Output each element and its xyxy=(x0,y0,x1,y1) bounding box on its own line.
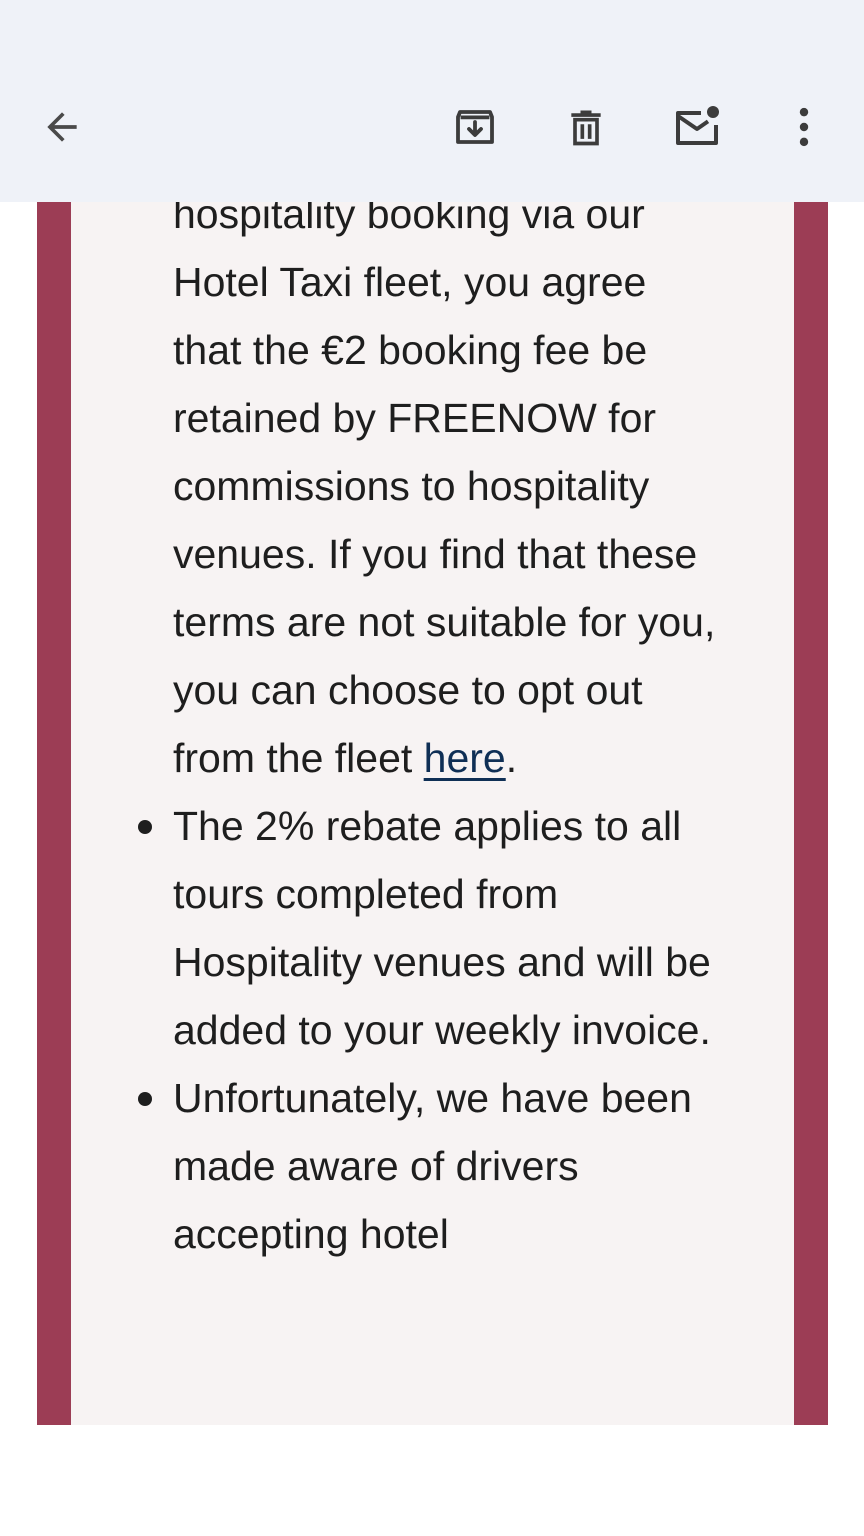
list-item-text: hospitality booking via our Hotel Taxi f… xyxy=(173,202,716,781)
delete-button[interactable] xyxy=(550,91,622,163)
archive-icon xyxy=(456,110,494,144)
mark-unread-icon xyxy=(676,106,719,145)
list-item-text: Unfortunately, we have been made aware o… xyxy=(173,1075,692,1257)
back-button[interactable] xyxy=(26,91,98,163)
list-item: hospitality booking via our Hotel Taxi f… xyxy=(173,202,723,792)
email-bullet-list: hospitality booking via our Hotel Taxi f… xyxy=(138,202,723,1268)
mark-unread-button[interactable] xyxy=(661,91,733,163)
list-item: Unfortunately, we have been made aware o… xyxy=(138,1064,723,1268)
trash-icon xyxy=(571,110,601,146)
list-item: The 2% rebate applies to all tours compl… xyxy=(138,792,723,1064)
email-body-frame: hospitality booking via our Hotel Taxi f… xyxy=(37,202,828,1425)
list-item-text: The 2% rebate applies to all tours compl… xyxy=(173,803,711,1053)
opt-out-link[interactable]: here xyxy=(424,735,506,781)
app-toolbar xyxy=(0,0,864,202)
email-content-panel: hospitality booking via our Hotel Taxi f… xyxy=(71,202,794,1425)
arrow-back-icon xyxy=(47,112,77,142)
archive-button[interactable] xyxy=(439,91,511,163)
more-options-button[interactable] xyxy=(768,91,840,163)
list-item-punctuation: . xyxy=(505,735,518,781)
more-vertical-icon xyxy=(799,107,809,147)
